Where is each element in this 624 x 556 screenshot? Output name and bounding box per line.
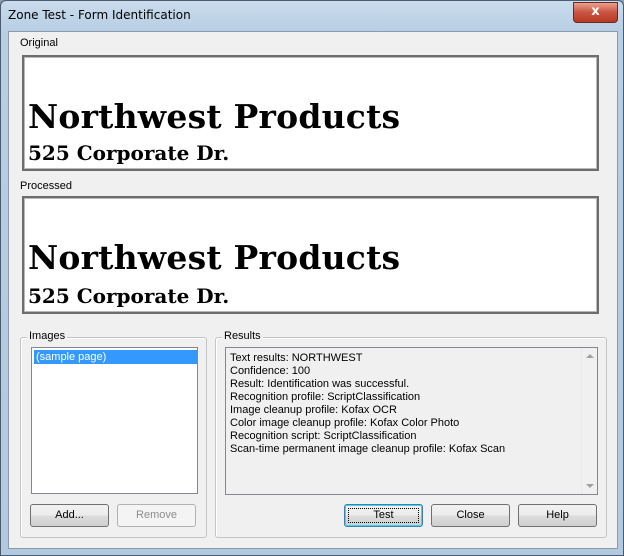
test-button[interactable]: Test (344, 504, 423, 527)
list-item[interactable]: (sample page) (34, 350, 197, 364)
images-listbox[interactable]: (sample page) (31, 347, 198, 494)
window-title: Zone Test - Form Identification (8, 8, 191, 22)
title-bar[interactable]: Zone Test - Form Identification x (1, 1, 623, 31)
result-line: Color image cleanup profile: Kofax Color… (230, 417, 460, 429)
add-button[interactable]: Add... (30, 504, 109, 527)
processed-company-name: Northwest Products (28, 238, 401, 277)
dialog-window: Zone Test - Form Identification x Origin… (0, 0, 624, 556)
result-line: Scan-time permanent image cleanup profil… (230, 443, 506, 455)
focus-rectangle (348, 508, 419, 523)
original-image-preview: Northwest Products 525 Corporate Dr. (22, 55, 599, 171)
results-group-label: Results (222, 330, 263, 342)
result-line: Recognition profile: ScriptClassificatio… (230, 391, 421, 403)
results-group: Results Text results: NORTHWEST Confiden… (215, 330, 607, 538)
result-line: Recognition script: ScriptClassification (230, 430, 417, 442)
results-text: Text results: NORTHWEST Confidence: 100 … (230, 352, 580, 456)
dialog-client-area: Original Northwest Products 525 Corporat… (8, 31, 618, 549)
result-line: Confidence: 100 (230, 365, 311, 377)
images-group-label: Images (27, 330, 68, 342)
close-button[interactable]: Close (431, 504, 510, 527)
result-line: Result: Identification was successful. (230, 378, 410, 390)
window-close-button[interactable]: x (573, 2, 618, 23)
result-line: Image cleanup profile: Kofax OCR (230, 404, 397, 416)
results-textbox[interactable]: Text results: NORTHWEST Confidence: 100 … (225, 347, 598, 495)
images-group: Images (sample page) Add... Remove (20, 330, 207, 538)
scroll-down-arrow-icon[interactable] (586, 484, 594, 488)
remove-button[interactable]: Remove (117, 504, 196, 527)
original-address: 525 Corporate Dr. (28, 141, 230, 165)
processed-image-preview: Northwest Products 525 Corporate Dr. (22, 196, 599, 314)
scroll-up-arrow-icon[interactable] (586, 354, 594, 358)
processed-address: 525 Corporate Dr. (28, 284, 230, 308)
original-company-name: Northwest Products (28, 97, 401, 136)
original-label: Original (20, 37, 58, 49)
results-scrollbar[interactable] (581, 348, 597, 494)
help-button[interactable]: Help (518, 504, 597, 527)
result-line: Text results: NORTHWEST (230, 352, 363, 364)
processed-label: Processed (20, 180, 72, 192)
